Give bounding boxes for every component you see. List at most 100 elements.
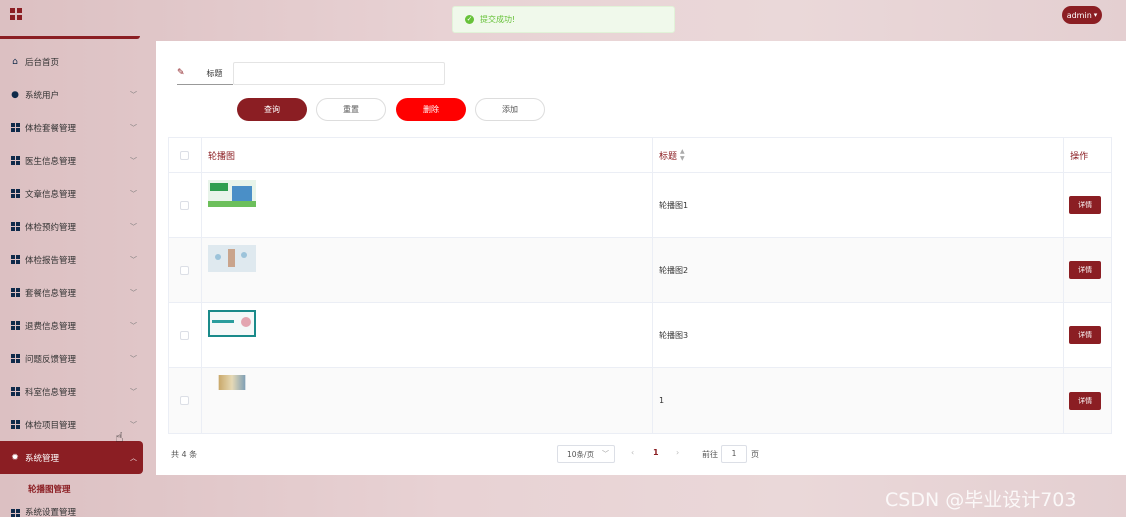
sidebar-item-label: 科室信息管理 [25,387,77,398]
query-button[interactable]: 查询 [237,98,307,121]
row-ops-cell: 详情 [1064,368,1111,433]
header-ops: 操作 [1070,151,1089,162]
mouse-cursor-icon: ☝ [115,430,124,446]
sidebar-item-exam-items[interactable]: 体检项目管理 ﹀ [0,408,150,441]
chevron-down-icon: ﹀ [130,156,137,165]
page-size-value: 10条/页 [567,449,595,459]
row-image-cell [202,368,653,433]
row-checkbox[interactable] [180,265,190,275]
row-title: 1 [653,368,1065,433]
grid-icon [10,321,20,331]
title-search-input[interactable] [233,62,445,85]
sidebar-item-label: 系统设置管理 [25,508,77,517]
chevron-down-icon: ﹀ [130,321,137,330]
header-image: 轮播图 [202,138,653,172]
row-checkbox-cell [169,303,202,367]
sidebar-item-home[interactable]: ⌂ 后台首页 [0,45,150,78]
detail-button[interactable]: 详情 [1069,391,1102,410]
sidebar-item-package[interactable]: 体检套餐管理 ﹀ [0,111,150,144]
user-menu-button[interactable]: admin ▾ [1062,6,1102,24]
goto-label: 前往 [702,450,718,459]
row-checkbox-cell [169,173,202,237]
total-count: 共 4 条 [171,450,198,459]
row-title: 轮播图2 [653,238,1065,302]
row-image-cell [202,303,653,367]
detail-button[interactable]: 详情 [1069,196,1102,214]
table-row: 轮播图2 详情 [169,238,1111,303]
chevron-down-icon: ﹀ [130,90,137,99]
table-row: 轮播图3 详情 [169,303,1111,368]
pagination: 共 4 条 10条/页 ﹀ ‹ 1 › 前往 1 页 [171,443,1111,463]
sidebar-item-system-users[interactable]: ● 系统用户 ﹀ [0,78,150,111]
delete-button[interactable]: 删除 [396,98,466,121]
row-image-cell [202,173,653,237]
header-title-label: 标题 [658,151,677,162]
row-checkbox[interactable] [180,200,190,210]
chevron-down-icon: ﹀ [130,123,137,132]
prev-page-icon[interactable]: ‹ [631,448,634,457]
header-checkbox-cell [169,138,202,172]
carousel-thumbnail [207,310,256,337]
chevron-down-icon: ﹀ [130,222,137,231]
sidebar-item-feedback[interactable]: 问题反馈管理 ﹀ [0,342,150,375]
sidebar-item-label: 问题反馈管理 [25,354,77,365]
chevron-down-icon: ﹀ [130,387,137,396]
sidebar-item-appointment[interactable]: 体检预约管理 ﹀ [0,210,150,243]
row-title: 轮播图3 [653,303,1065,367]
next-page-icon[interactable]: › [676,448,679,457]
table-row: 1 详情 [169,368,1111,433]
grid-icon [10,354,20,364]
sidebar-item-label: 退费信息管理 [25,321,77,332]
sort-icon[interactable]: ▲ ▼ [680,148,685,162]
row-checkbox-cell [169,238,202,302]
row-ops-cell: 详情 [1064,173,1111,237]
detail-button[interactable]: 详情 [1069,261,1102,279]
detail-button[interactable]: 详情 [1069,326,1102,344]
sidebar-item-article[interactable]: 文章信息管理 ﹀ [0,177,150,210]
menu-grid-icon[interactable] [10,8,22,20]
select-all-checkbox[interactable] [180,150,190,160]
home-icon: ⌂ [12,56,18,67]
sidebar-item-label: 后台首页 [25,57,60,68]
carousel-thumbnail [218,375,246,390]
page-number[interactable]: 1 [653,448,659,457]
main-panel: ✎ 标题 查询 重置 删除 添加 轮播图 标题 ▲ ▼ 操作 轮播图1 详情 轮… [156,41,1126,475]
row-checkbox[interactable] [180,396,190,405]
top-bar: ✓ 提交成功! admin ▾ [0,0,1126,40]
sidebar-item-label: 体检预约管理 [25,222,77,233]
sidebar-item-report[interactable]: 体检报告管理 ﹀ [0,243,150,276]
chevron-down-icon: ﹀ [130,354,137,363]
sidebar-item-doctor[interactable]: 医生信息管理 ﹀ [0,144,150,177]
goto-page-input[interactable]: 1 [721,445,747,463]
sidebar-subitem-carousel[interactable]: 轮播图管理 [0,474,150,504]
toast-message: 提交成功! [480,15,516,24]
add-button[interactable]: 添加 [475,98,545,121]
sidebar-item-label: 文章信息管理 [25,189,77,200]
sidebar-item-refund[interactable]: 退费信息管理 ﹀ [0,309,150,342]
grid-icon [10,222,20,232]
row-image-cell [202,238,653,302]
sidebar-item-package-info[interactable]: 套餐信息管理 ﹀ [0,276,150,309]
grid-icon [10,420,20,430]
reset-button[interactable]: 重置 [316,98,386,121]
search-label: 标题 [206,68,223,78]
pen-icon: ✎ [177,68,185,78]
user-name: admin [1066,10,1092,20]
sidebar-item-label: 体检套餐管理 [25,123,77,134]
grid-icon [10,156,20,166]
header-title[interactable]: 标题 ▲ ▼ [653,138,1065,172]
grid-icon [10,123,20,133]
sidebar-item-department[interactable]: 科室信息管理 ﹀ [0,375,150,408]
sidebar-item-label: 医生信息管理 [25,156,77,167]
carousel-thumbnail [207,180,256,207]
grid-icon [10,288,20,298]
sidebar-item-label: 系统用户 [25,90,60,101]
top-accent-line [0,36,140,39]
page-size-select[interactable]: 10条/页 ﹀ [557,445,615,463]
row-ops-cell: 详情 [1064,303,1111,367]
row-checkbox[interactable] [180,330,190,340]
table-row: 轮播图1 详情 [169,173,1111,238]
row-title: 轮播图1 [653,173,1065,237]
sidebar-item-partial[interactable]: 系统设置管理 [0,504,150,517]
chevron-down-icon: ﹀ [130,189,137,198]
